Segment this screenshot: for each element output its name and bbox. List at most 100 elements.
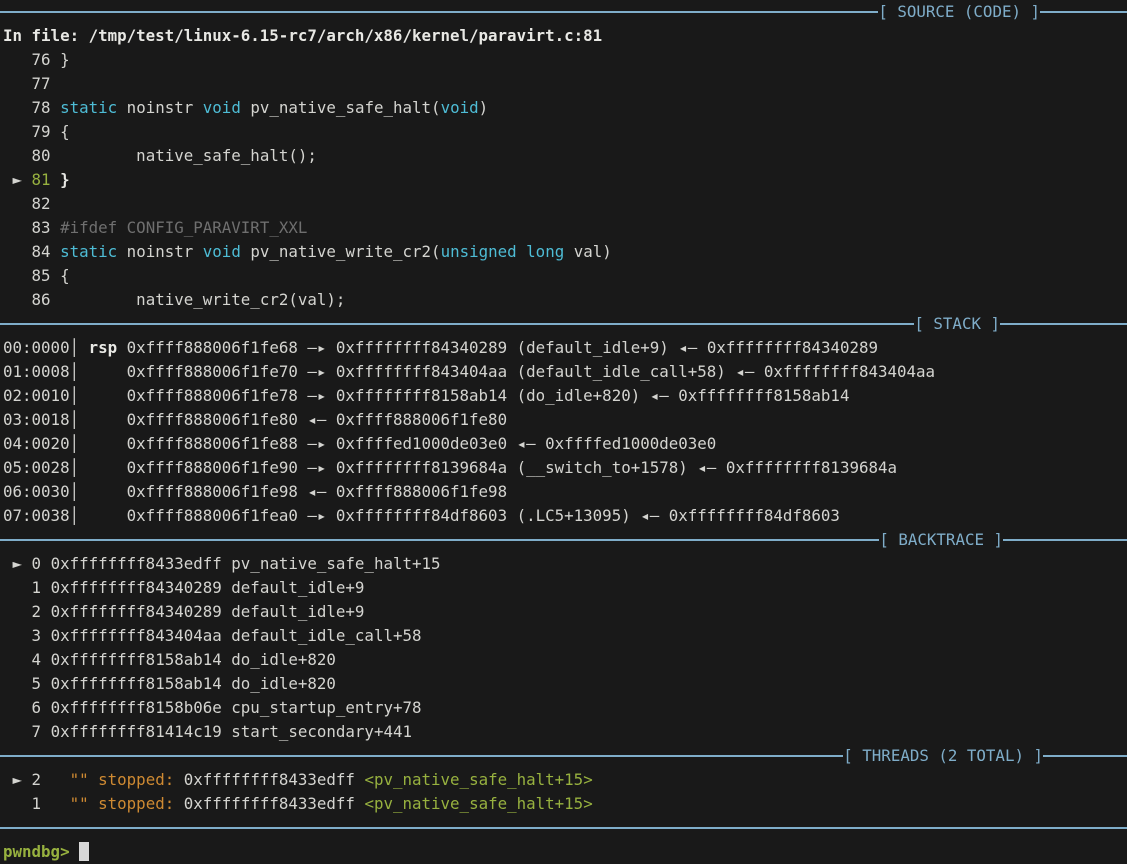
frame-index: 1 <box>32 578 51 597</box>
source-file-path: In file: /tmp/test/linux-6.15-rc7/arch/x… <box>0 24 1127 48</box>
stack-separator: │ <box>70 338 80 357</box>
divider-line <box>0 755 843 757</box>
frame-symbol: default_idle+9 <box>231 578 364 597</box>
divider-line <box>1003 539 1127 541</box>
stack-offset: 07:0038 <box>3 506 70 525</box>
code-token: } <box>60 50 70 69</box>
code-token: } <box>60 170 70 189</box>
code-token: noinstr <box>117 98 203 117</box>
section-title-source: [ SOURCE (CODE) ] <box>878 0 1040 24</box>
thread-name: "" <box>70 770 99 789</box>
stack-separator: │ <box>70 362 80 381</box>
frame-address: 0xffffffff84340289 <box>51 602 232 621</box>
stack-row: 00:0000│ rsp 0xffff888006f1fe68 —▸ 0xfff… <box>0 336 1127 360</box>
source-line: 80 native_safe_halt(); <box>0 144 1127 168</box>
stack-row: 07:0038│ 0xffff888006f1fea0 —▸ 0xfffffff… <box>0 504 1127 528</box>
source-line: 76 } <box>0 48 1127 72</box>
line-number: 86 <box>32 290 61 309</box>
frame-symbol: do_idle+820 <box>231 674 336 693</box>
stack-offset: 00:0000 <box>3 338 70 357</box>
stack-value-chain: 0xffff888006f1fe98 ◂— 0xffff888006f1fe98 <box>127 482 507 501</box>
backtrace-frame: 7 0xffffffff81414c19 start_secondary+441 <box>0 720 1127 744</box>
thread-symbol: <pv_native_safe_halt+15> <box>364 770 592 789</box>
stack-value-chain: 0xffff888006f1fe78 —▸ 0xffffffff8158ab14… <box>127 386 850 405</box>
code-token: static <box>60 242 117 261</box>
thread-row: 1 "" stopped: 0xffffffff8433edff <pv_nat… <box>0 792 1127 816</box>
thread-address: 0xffffffff8433edff <box>184 770 365 789</box>
section-title-backtrace: [ BACKTRACE ] <box>879 528 1003 552</box>
stack-value-chain: 0xffff888006f1fe88 —▸ 0xffffed1000de03e0… <box>127 434 717 453</box>
current-thread-marker-icon: ► <box>3 770 32 789</box>
divider-line <box>0 323 914 325</box>
code-token: void <box>441 98 479 117</box>
code-token: val) <box>564 242 612 261</box>
frame-address: 0xffffffff8433edff <box>51 554 232 573</box>
frame-address: 0xffffffff81414c19 <box>51 722 232 741</box>
backtrace-frame: 4 0xffffffff8158ab14 do_idle+820 <box>0 648 1127 672</box>
command-prompt-row[interactable]: pwndbg> <box>0 840 1127 864</box>
code-token: #ifdef CONFIG_PARAVIRT_XXL <box>60 218 307 237</box>
line-number: 85 <box>32 266 61 285</box>
stack-offset: 02:0010 <box>3 386 70 405</box>
backtrace-frame: 6 0xffffffff8158b06e cpu_startup_entry+7… <box>0 696 1127 720</box>
stack-separator: │ <box>70 458 80 477</box>
divider-line <box>0 11 878 13</box>
code-token: pv_native_write_cr2( <box>241 242 441 261</box>
backtrace-frame: 5 0xffffffff8158ab14 do_idle+820 <box>0 672 1127 696</box>
bottom-divider <box>0 816 1127 840</box>
line-number: 76 <box>32 50 61 69</box>
text-cursor[interactable] <box>79 842 89 861</box>
source-line: 78 static noinstr void pv_native_safe_ha… <box>0 96 1127 120</box>
stack-offset: 03:0018 <box>3 410 70 429</box>
source-line: 85 { <box>0 264 1127 288</box>
frame-address: 0xffffffff843404aa <box>51 626 232 645</box>
code-token: noinstr <box>117 242 203 261</box>
source-line: 82 <box>0 192 1127 216</box>
line-number: 82 <box>32 194 61 213</box>
divider-line <box>0 827 1127 829</box>
code-token: { <box>60 266 70 285</box>
pwndbg-terminal: [ SOURCE (CODE) ] In file: /tmp/test/lin… <box>0 0 1127 864</box>
frame-address: 0xffffffff84340289 <box>51 578 232 597</box>
line-number: 83 <box>32 218 61 237</box>
stack-separator: │ <box>70 386 80 405</box>
line-number: 77 <box>32 74 61 93</box>
current-line-marker-icon: ► <box>3 170 32 189</box>
frame-symbol: start_secondary+441 <box>231 722 412 741</box>
line-number: 81 <box>32 170 61 189</box>
backtrace-block: ► 0 0xffffffff8433edff pv_native_safe_ha… <box>0 552 1127 744</box>
frame-index: 0 <box>32 554 51 573</box>
line-number: 79 <box>32 122 61 141</box>
frame-symbol: cpu_startup_entry+78 <box>231 698 421 717</box>
frame-symbol: default_idle_call+58 <box>231 626 421 645</box>
line-number: 80 <box>32 146 61 165</box>
line-number: 78 <box>32 98 61 117</box>
line-number: 84 <box>32 242 61 261</box>
thread-id: 1 <box>32 794 70 813</box>
thread-status: stopped: <box>98 770 184 789</box>
section-title-stack: [ STACK ] <box>914 312 1000 336</box>
stack-separator: │ <box>70 410 80 429</box>
code-token: native_write_cr2(val); <box>60 290 345 309</box>
stack-value-chain: 0xffff888006f1fe68 —▸ 0xffffffff84340289… <box>127 338 878 357</box>
stack-value-chain: 0xffff888006f1fe80 ◂— 0xffff888006f1fe80 <box>127 410 507 429</box>
frame-address: 0xffffffff8158ab14 <box>51 650 232 669</box>
divider-line <box>1000 323 1127 325</box>
thread-name: "" <box>70 794 99 813</box>
stack-offset: 05:0028 <box>3 458 70 477</box>
frame-index: 3 <box>32 626 51 645</box>
frame-index: 6 <box>32 698 51 717</box>
frame-index: 4 <box>32 650 51 669</box>
source-line: 79 { <box>0 120 1127 144</box>
code-token: static <box>60 98 117 117</box>
current-frame-marker-icon: ► <box>3 554 32 573</box>
frame-index: 2 <box>32 602 51 621</box>
frame-index: 5 <box>32 674 51 693</box>
stack-row: 03:0018│ 0xffff888006f1fe80 ◂— 0xffff888… <box>0 408 1127 432</box>
source-code-block: 76 } 77 78 static noinstr void pv_native… <box>0 48 1127 312</box>
frame-address: 0xffffffff8158b06e <box>51 698 232 717</box>
source-line: 86 native_write_cr2(val); <box>0 288 1127 312</box>
thread-symbol: <pv_native_safe_halt+15> <box>364 794 592 813</box>
frame-symbol: do_idle+820 <box>231 650 336 669</box>
code-token: { <box>60 122 70 141</box>
